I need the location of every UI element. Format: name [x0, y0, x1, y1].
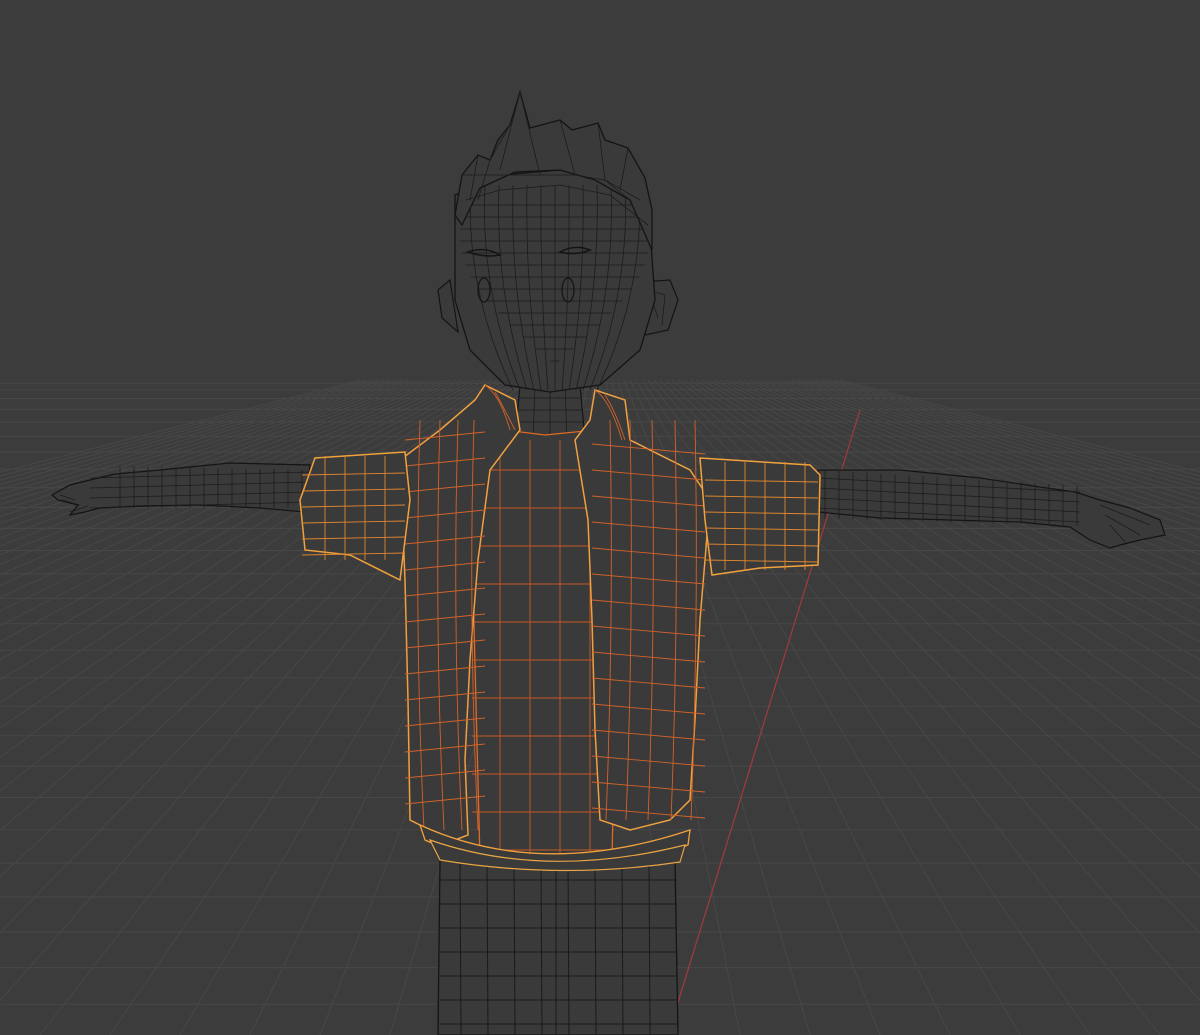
viewport-canvas[interactable] — [0, 0, 1200, 1035]
right-sleeve-mesh[interactable] — [699, 457, 821, 576]
pants-mesh[interactable] — [437, 859, 679, 1035]
3d-viewport[interactable] — [0, 0, 1200, 1035]
